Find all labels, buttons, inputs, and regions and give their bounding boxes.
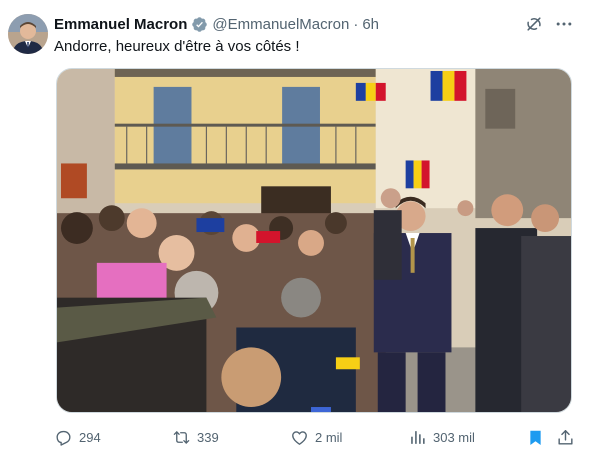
like-button[interactable]: 2 mil xyxy=(290,426,342,448)
separator-dot: · xyxy=(353,15,359,33)
tweet-timestamp[interactable]: 6h xyxy=(362,16,379,33)
views-chart-icon xyxy=(411,430,425,444)
heart-icon xyxy=(292,430,307,445)
reply-icon xyxy=(56,430,71,446)
tweet-text: Andorre, heureux d'être à vos côtés ! xyxy=(54,38,300,55)
repost-count: 339 xyxy=(197,429,219,445)
repost-icon xyxy=(173,430,190,444)
reply-button[interactable]: 294 xyxy=(54,426,101,448)
bookmark-icon xyxy=(530,430,541,445)
views-count: 303 mil xyxy=(433,429,475,445)
tweet-header: Emmanuel Macron @EmmanuelMacron · 6h xyxy=(54,14,379,34)
more-icon[interactable] xyxy=(554,14,574,34)
views-button[interactable]: 303 mil xyxy=(408,426,475,448)
reply-count: 294 xyxy=(79,429,101,445)
verified-badge-icon[interactable] xyxy=(191,16,208,33)
share-icon xyxy=(558,429,573,445)
author-avatar[interactable] xyxy=(8,14,48,54)
tweet-actions: 294 339 2 mil 303 mil xyxy=(54,426,574,448)
author-handle[interactable]: @EmmanuelMacron xyxy=(212,16,349,33)
grok-icon[interactable] xyxy=(524,14,544,34)
bookmark-button[interactable] xyxy=(526,426,545,448)
tweet-photo[interactable] xyxy=(56,68,572,413)
author-name[interactable]: Emmanuel Macron xyxy=(54,16,187,33)
repost-button[interactable]: 339 xyxy=(172,426,219,448)
tweet[interactable]: Emmanuel Macron @EmmanuelMacron · 6h And… xyxy=(0,0,599,454)
share-button[interactable] xyxy=(556,426,575,448)
like-count: 2 mil xyxy=(315,429,343,445)
